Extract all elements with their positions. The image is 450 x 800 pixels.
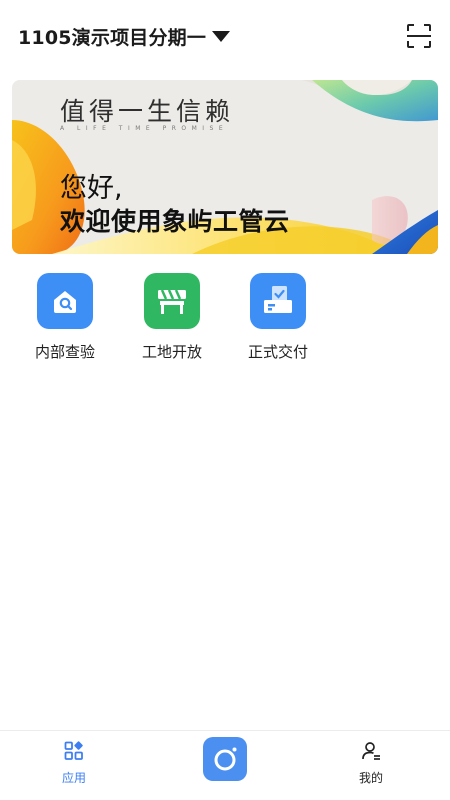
app-label: 正式交付 [247,343,308,361]
nav-tab-mine[interactable]: 我的 [326,731,416,800]
site-barrier-icon [144,273,200,329]
nav-tab-apps[interactable]: 应用 [29,731,119,800]
project-name: 1105演示项目分期一 [18,26,207,49]
camera-icon [214,747,237,771]
banner-subtitle: A LIFE TIME PROMISE [60,125,229,132]
nav-label: 我的 [358,771,383,785]
app-grid: 内部查验 工地开放 正式交付 [0,272,450,372]
banner-greeting: 您好, [60,173,123,204]
camera-button[interactable] [203,737,247,781]
app-label: 工地开放 [141,343,202,361]
caret-down-icon [212,30,231,42]
app-site-open[interactable]: 工地开放 [127,272,217,367]
promo-banner[interactable]: 值得一生信赖 A LIFE TIME PROMISE 您好, 欢迎使用象屿工管云 [12,80,438,254]
top-bar: 1105演示项目分期一 [0,0,450,70]
project-selector[interactable]: 1105演示项目分期一 [18,20,231,52]
bottom-navigation: 应用 我的 [0,730,450,800]
scan-icon[interactable] [406,23,432,49]
delivery-check-icon [250,273,306,329]
app-home-screen: 1105演示项目分期一 值得一生信赖 A LIFE TIME PROMISE 您… [0,0,450,800]
banner-welcome: 欢迎使用象屿工管云 [60,207,290,236]
nav-label: 应用 [61,771,86,785]
app-formal-delivery[interactable]: 正式交付 [233,272,323,367]
app-internal-inspection[interactable]: 内部查验 [20,272,110,367]
banner-title: 值得一生信赖 [60,97,235,126]
app-label: 内部查验 [34,343,95,361]
user-icon [362,742,380,760]
apps-grid-icon [64,741,83,760]
house-search-icon [37,273,93,329]
